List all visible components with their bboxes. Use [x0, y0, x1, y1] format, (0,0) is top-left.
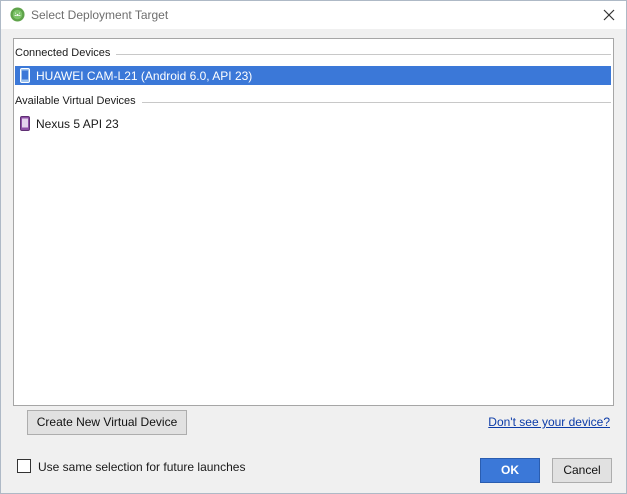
device-list-panel[interactable]: Connected Devices HUAWEI CAM-L21 (Androi…: [13, 38, 614, 406]
device-row-nexus-5-api-23[interactable]: Nexus 5 API 23: [15, 114, 611, 133]
group-label: Connected Devices: [15, 47, 117, 59]
ok-button[interactable]: OK: [480, 458, 540, 483]
dont-see-device-link[interactable]: Don't see your device?: [488, 415, 610, 429]
title-bar[interactable]: Select Deployment Target: [1, 1, 626, 29]
group-header-virtual: Available Virtual Devices: [15, 94, 611, 110]
phone-icon: [20, 68, 30, 83]
device-label: HUAWEI CAM-L21 (Android 6.0, API 23): [36, 69, 253, 83]
virtual-device-icon: [20, 116, 30, 131]
same-selection-label: Use same selection for future launches: [38, 460, 246, 474]
group-header-connected: Connected Devices: [15, 46, 611, 62]
android-studio-icon: [10, 7, 25, 22]
same-selection-checkbox[interactable]: [17, 459, 31, 473]
create-virtual-device-button[interactable]: Create New Virtual Device: [27, 410, 187, 435]
device-row-huawei-cam-l21[interactable]: HUAWEI CAM-L21 (Android 6.0, API 23): [15, 66, 611, 85]
group-label: Available Virtual Devices: [15, 95, 142, 107]
device-label: Nexus 5 API 23: [36, 117, 119, 131]
deployment-target-dialog: Select Deployment Target Connected Devic…: [0, 0, 627, 494]
cancel-button[interactable]: Cancel: [552, 458, 612, 483]
dialog-title: Select Deployment Target: [31, 8, 169, 22]
close-icon[interactable]: [600, 6, 618, 24]
